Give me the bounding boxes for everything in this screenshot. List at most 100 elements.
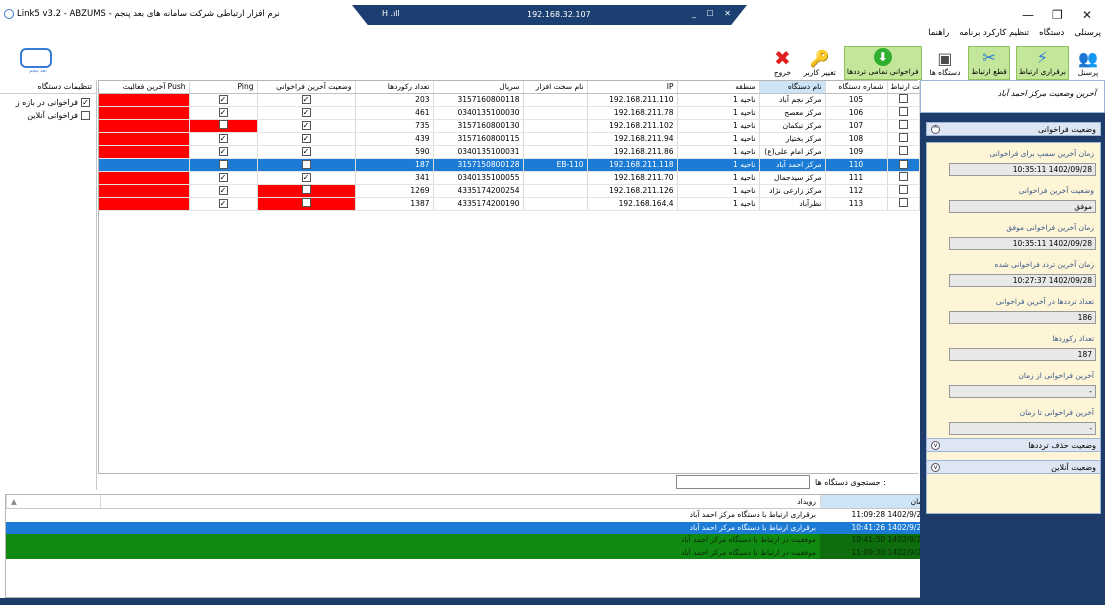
- window-title: Link5 v3.2 - ABZUMS - نرم افزار ارتباطی …: [17, 9, 280, 19]
- last-fetch-checkbox[interactable]: ✓: [301, 121, 311, 130]
- last-fetch-checkbox[interactable]: ✓: [301, 134, 311, 143]
- delete-status-section[interactable]: v وضعیت حذف ترددها: [926, 438, 1101, 452]
- serial-cell: 3157160800118: [433, 93, 524, 107]
- minimize-icon[interactable]: —: [1022, 8, 1034, 22]
- events-col-time[interactable]: زمان: [820, 495, 930, 508]
- online-fetch-option[interactable]: فراخوانی آنلاین: [0, 107, 96, 120]
- status-field-label: تعداد رکوردها: [1052, 334, 1094, 343]
- col-ping[interactable]: Ping: [189, 81, 258, 94]
- remote-window-controls[interactable]: _ ☐ ✕: [692, 9, 735, 18]
- col-last-fetch-status[interactable]: وضعیت آخرین فراخوانی: [257, 81, 356, 94]
- table-row[interactable]: ✓ ✓ 203 3157160800118 192.168.211.110 ناحیه 1…: [99, 93, 920, 107]
- event-text: موفقیت در ارتباط با دستگاه مرکز احمد آبا…: [680, 547, 816, 557]
- last-fetch-checkbox[interactable]: [301, 198, 311, 207]
- device-number-cell: 105: [825, 93, 888, 107]
- col-serial[interactable]: سریال: [433, 81, 524, 94]
- table-row[interactable]: ✓ ✓ 187 3157150800128 EB-110 192.168.211.118 ن…: [99, 158, 920, 172]
- status-field-value: موفق: [949, 200, 1096, 213]
- event-row[interactable]: 10:41:26 1402/9/28 برقراری ارتباط با دستگ…: [6, 521, 930, 534]
- collapse-arrow-icon[interactable]: ▲: [6, 495, 100, 508]
- connection-checkbox[interactable]: [898, 198, 908, 207]
- menu-item-personnel[interactable]: پرسنلی: [1074, 28, 1101, 42]
- fetch-range-checkbox[interactable]: ✓: [81, 98, 90, 107]
- exit-icon: ✖: [774, 46, 791, 70]
- personnel-button[interactable]: 👥 پرسنل: [1075, 48, 1101, 80]
- ping-checkbox[interactable]: ✓: [218, 160, 228, 169]
- table-row[interactable]: ✓ 1269 4335174200254 192.168.211.126 ناحیه 1…: [99, 184, 920, 198]
- col-ip[interactable]: IP: [587, 81, 678, 94]
- expand-icon[interactable]: v: [931, 463, 940, 472]
- col-connection-status[interactable]: وضعیت ارتباط: [887, 81, 920, 94]
- col-device-number[interactable]: شماره دستگاه: [825, 81, 888, 94]
- menu-item-settings[interactable]: تنظیم کارکرد برنامه: [959, 28, 1029, 42]
- connection-checkbox[interactable]: ✓: [898, 160, 908, 169]
- serial-cell: 0340135100055: [433, 171, 524, 185]
- collapse-icon[interactable]: ^: [931, 125, 940, 134]
- connection-checkbox[interactable]: [898, 107, 908, 116]
- menu-item-help[interactable]: راهنما: [928, 28, 949, 42]
- fetch-range-option[interactable]: ✓ فراخوانی در بازه ز: [0, 94, 96, 107]
- table-row[interactable]: ✓ 735 3157160800130 192.168.211.102 ناحیه 1م…: [99, 119, 920, 133]
- device-search-input[interactable]: [676, 475, 810, 489]
- col-hardware-name[interactable]: نام سخت افزار: [523, 81, 588, 94]
- record-count-cell: 590: [355, 145, 434, 159]
- close-icon[interactable]: ✕: [1082, 8, 1092, 22]
- ping-checkbox[interactable]: ✓: [218, 199, 228, 208]
- col-record-count[interactable]: تعداد رکوردها: [355, 81, 434, 94]
- connection-checkbox[interactable]: [898, 185, 908, 194]
- disconnect-button[interactable]: ✂ قطع ارتباط: [968, 46, 1010, 80]
- table-row[interactable]: ✓ ✓ 461 0340135100030 192.168.211.78 ناحیه 1م…: [99, 106, 920, 120]
- connection-checkbox[interactable]: [898, 133, 908, 142]
- devices-button[interactable]: ▣ دستگاه ها: [928, 48, 963, 80]
- ping-checkbox[interactable]: [218, 120, 228, 129]
- ping-checkbox[interactable]: ✓: [218, 108, 228, 117]
- exit-button[interactable]: ✖ خروج: [769, 46, 795, 80]
- ping-checkbox[interactable]: ✓: [218, 147, 228, 156]
- fetch-all-button[interactable]: ⬇ فراخوانی تمامی ترددها: [843, 46, 922, 80]
- remote-session-bar[interactable]: H .ıll 192.168.32.107 _ ☐ ✕: [352, 5, 747, 25]
- col-region[interactable]: منطقه: [677, 81, 760, 94]
- last-fetch-checkbox[interactable]: ✓: [301, 108, 311, 117]
- ping-checkbox[interactable]: ✓: [218, 95, 228, 104]
- ip-cell: 192.168.211.94: [587, 132, 678, 146]
- maximize-icon[interactable]: ❐: [1052, 8, 1063, 22]
- device-name-cell: مرکز معصح: [759, 106, 826, 120]
- last-fetch-checkbox[interactable]: ✓: [301, 147, 311, 156]
- ping-checkbox[interactable]: ✓: [218, 134, 228, 143]
- device-name-cell: مرکز امام علی(ع): [759, 145, 826, 159]
- fetch-status-section[interactable]: ^ وضعیت فراخوانی: [926, 122, 1101, 136]
- last-fetch-checkbox[interactable]: ✓: [301, 160, 311, 169]
- last-push-cell: [99, 197, 190, 211]
- table-row[interactable]: ✓ ✓ 590 0340135100031 192.168.211.86 ناحیه 1م…: [99, 145, 920, 159]
- last-fetch-checkbox[interactable]: ✓: [301, 95, 311, 104]
- event-row[interactable]: 10:41:30 1402/9/28 موفقیت در ارتباط با دس…: [6, 534, 930, 547]
- change-user-button[interactable]: 🔑 تغییر کاربر: [801, 48, 837, 80]
- connection-checkbox[interactable]: [898, 172, 908, 181]
- table-row[interactable]: ✓ 1387 4335174200190 192.168.164.4 ناحیه 1 نظ…: [99, 197, 920, 211]
- col-last-push[interactable]: آخرین فعالیت Push: [99, 81, 190, 94]
- connection-checkbox[interactable]: [898, 146, 908, 155]
- last-push-cell: [99, 119, 190, 133]
- event-text: برقراری ارتباط با دستگاه مرکز احمد آباد: [689, 522, 816, 532]
- last-fetch-checkbox[interactable]: [301, 185, 311, 194]
- ping-checkbox[interactable]: ✓: [218, 173, 228, 182]
- last-fetch-checkbox[interactable]: ✓: [301, 173, 311, 182]
- table-row[interactable]: ✓ ✓ 341 0340135100055 192.168.211.70 ناحیه 1م…: [99, 171, 920, 185]
- connection-checkbox[interactable]: [898, 120, 908, 129]
- last-push-cell: [99, 158, 190, 172]
- online-fetch-checkbox[interactable]: [81, 111, 90, 120]
- online-status-section[interactable]: v وضعیت آنلاین: [926, 460, 1101, 474]
- connection-checkbox[interactable]: [898, 94, 908, 103]
- col-device-name[interactable]: نام دستگاه: [759, 81, 826, 94]
- region-cell: ناحیه 1: [677, 197, 760, 211]
- ping-checkbox[interactable]: ✓: [218, 186, 228, 195]
- connect-button[interactable]: ⚡ برقراری ارتباط: [1015, 46, 1069, 80]
- event-time: 10:41:30 1402/9/28: [820, 534, 930, 547]
- events-col-event[interactable]: رویداد: [100, 495, 820, 508]
- event-row[interactable]: 11:09:28 1402/9/28 برقراری ارتباط با دستگ…: [6, 509, 930, 522]
- event-row[interactable]: 11:09:30 1402/9/28 موفقیت در ارتباط با دس…: [6, 546, 930, 559]
- expand-icon[interactable]: v: [931, 441, 940, 450]
- connection-status-cell: [887, 93, 920, 107]
- table-row[interactable]: ✓ ✓ 439 3157160800115 192.168.211.94 ناحیه 1م…: [99, 132, 920, 146]
- menu-item-device[interactable]: دستگاه: [1039, 28, 1064, 42]
